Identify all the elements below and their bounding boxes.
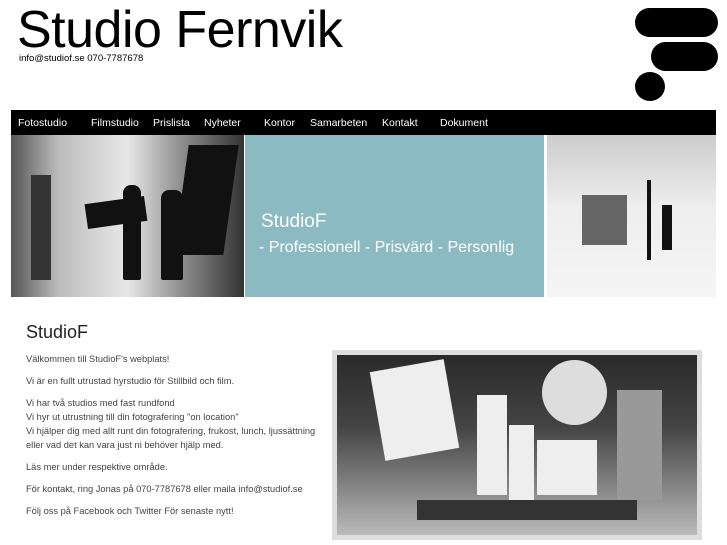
intro-text: Vi är en fullt utrustad hyrstudio för St… <box>26 376 235 386</box>
nav-dokument[interactable]: Dokument <box>440 117 488 129</box>
banner-photo-left <box>11 135 244 297</box>
services-text: Vi har två studios med fast rundfond Vi … <box>26 396 326 452</box>
content-text: Välkommen till StudioF's webplats! Vi är… <box>26 352 326 526</box>
nav-kontakt[interactable]: Kontakt <box>382 117 418 129</box>
banner-subtitle: - Professionell - Prisvärd - Personlig <box>259 239 515 256</box>
logo-middle-bar <box>651 42 718 71</box>
logo-top-bar <box>635 8 718 37</box>
nav-fotostudio[interactable]: Fotostudio <box>18 117 67 129</box>
nav-kontor[interactable]: Kontor <box>264 117 295 129</box>
banner-photo-right <box>547 135 716 297</box>
contact-text: För kontakt, ring Jonas på 070-7787678 e… <box>26 484 303 494</box>
banner-tagline-panel: StudioF - Professionell - Prisvärd - Per… <box>245 135 544 297</box>
equipment-photo-image <box>337 355 697 535</box>
services-line-1: Vi har två studios med fast rundfond <box>26 398 175 408</box>
main-nav: Fotostudio Filmstudio Prislista Nyheter … <box>11 110 716 135</box>
banner-title: StudioF <box>261 211 327 232</box>
nav-filmstudio[interactable]: Filmstudio <box>91 117 139 129</box>
nav-nyheter[interactable]: Nyheter <box>204 117 241 129</box>
content-heading: StudioF <box>26 322 89 342</box>
services-line-3: Vi hjälper dig med allt runt din fotogra… <box>26 426 316 450</box>
logo-dot <box>635 72 665 101</box>
read-more-text: Läs mer under respektive område. <box>26 462 168 472</box>
nav-samarbeten[interactable]: Samarbeten <box>310 117 367 129</box>
welcome-text: Välkommen till StudioF's webplats! <box>26 354 170 364</box>
social-text: Följ oss på Facebook och Twitter För sen… <box>26 506 234 516</box>
site-title: Studio Fernvik <box>17 1 343 59</box>
nav-prislista[interactable]: Prislista <box>153 117 190 129</box>
services-line-2: Vi hyr ut utrustning till din fotografer… <box>26 412 239 422</box>
equipment-photo <box>332 350 702 540</box>
header-contact: info@studiof.se 070-7787678 <box>19 53 144 64</box>
